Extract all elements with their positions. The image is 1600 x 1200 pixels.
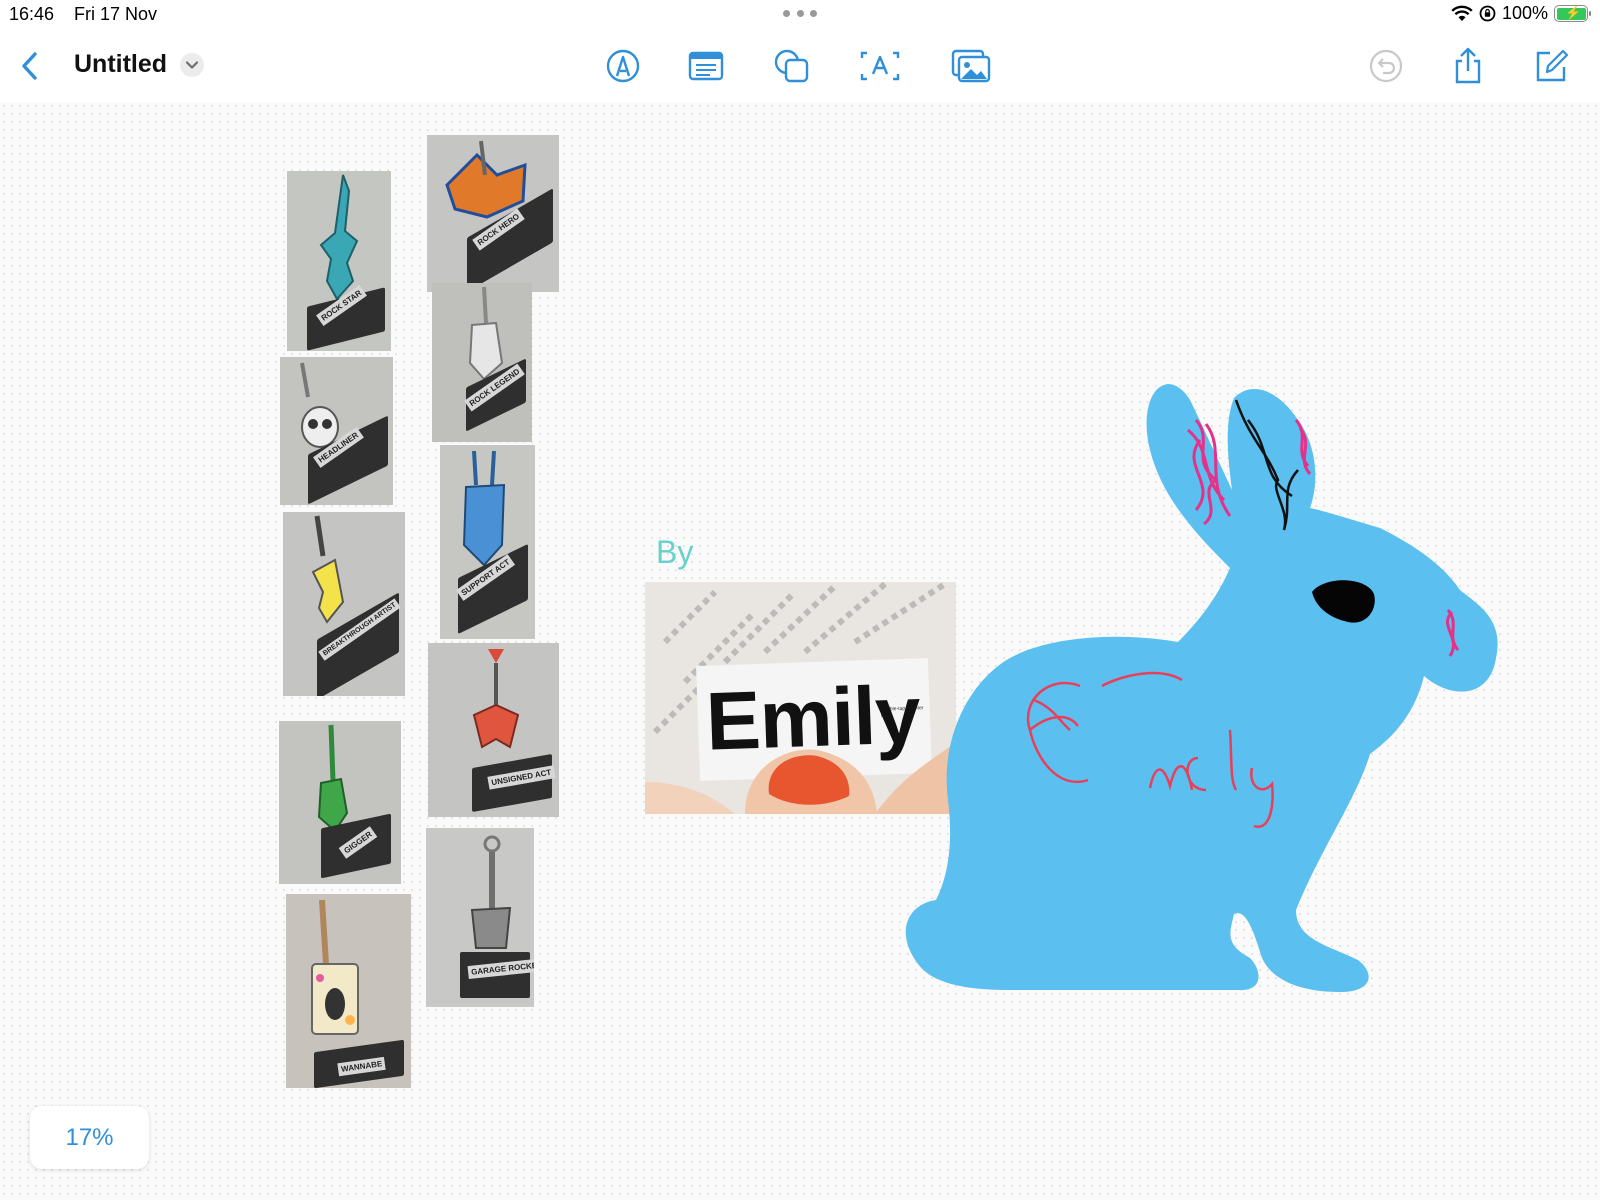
media-icon bbox=[951, 49, 991, 83]
trophy-photo[interactable]: BREAKTHROUGH ARTIST bbox=[283, 512, 405, 696]
shapes-icon bbox=[774, 49, 809, 83]
title-menu-button[interactable] bbox=[180, 53, 204, 77]
trophy-photo[interactable]: HEADLINER bbox=[280, 357, 393, 505]
trophy-photo[interactable]: WANNABE bbox=[286, 894, 411, 1088]
status-bar: 16:46 Fri 17 Nov 100% ⚡ bbox=[0, 0, 1600, 30]
bunny-shape bbox=[905, 384, 1498, 992]
battery-percent: 100% bbox=[1501, 3, 1548, 23]
trophy-photo[interactable]: GIGGER bbox=[279, 721, 401, 884]
text-icon bbox=[860, 51, 900, 81]
text-box-tool-button[interactable] bbox=[686, 46, 726, 86]
share-icon bbox=[1455, 47, 1481, 84]
undo-icon bbox=[1369, 49, 1403, 83]
shapes-tool-button[interactable] bbox=[772, 46, 812, 86]
wifi-icon bbox=[1451, 5, 1473, 21]
status-time: 16:46 bbox=[9, 4, 55, 24]
trophy-photo[interactable]: SUPPORT ACT bbox=[440, 445, 535, 639]
trophy-photo[interactable]: ROCK HERO bbox=[427, 135, 559, 292]
undo-button[interactable] bbox=[1366, 46, 1406, 86]
new-board-icon bbox=[1536, 49, 1569, 82]
pen-icon bbox=[606, 49, 640, 83]
orientation-lock-icon bbox=[1479, 5, 1496, 22]
zoom-level-button[interactable]: 17% bbox=[30, 1106, 149, 1169]
trophy-photo[interactable]: ROCK STAR bbox=[287, 171, 391, 351]
toolbar: Untitled bbox=[0, 38, 1600, 98]
trophy-photo[interactable]: GARAGE ROCKER bbox=[426, 828, 534, 1007]
by-text[interactable]: By bbox=[656, 534, 693, 571]
share-button[interactable] bbox=[1448, 46, 1488, 86]
chevron-left-icon bbox=[22, 52, 37, 80]
document-title[interactable]: Untitled bbox=[74, 50, 167, 79]
pen-tool-button[interactable] bbox=[603, 46, 643, 86]
battery-icon: ⚡ bbox=[1554, 5, 1591, 22]
new-board-button[interactable] bbox=[1531, 46, 1571, 86]
status-date: Fri 17 Nov bbox=[74, 4, 158, 24]
bunny-drawing[interactable] bbox=[900, 380, 1520, 1020]
multitasking-dots-icon[interactable] bbox=[783, 6, 817, 20]
text-box-icon bbox=[688, 51, 724, 81]
back-button[interactable] bbox=[16, 48, 44, 84]
media-tool-button[interactable] bbox=[951, 46, 991, 86]
chevron-down-icon bbox=[185, 61, 199, 69]
charging-bolt-icon: ⚡ bbox=[1565, 5, 1582, 20]
trophy-photo[interactable]: UNSIGNED ACT bbox=[428, 643, 559, 817]
trophy-photo[interactable]: ROCK LEGEND bbox=[432, 283, 532, 442]
status-right: 100% ⚡ bbox=[1451, 3, 1591, 24]
text-tool-button[interactable] bbox=[860, 46, 900, 86]
